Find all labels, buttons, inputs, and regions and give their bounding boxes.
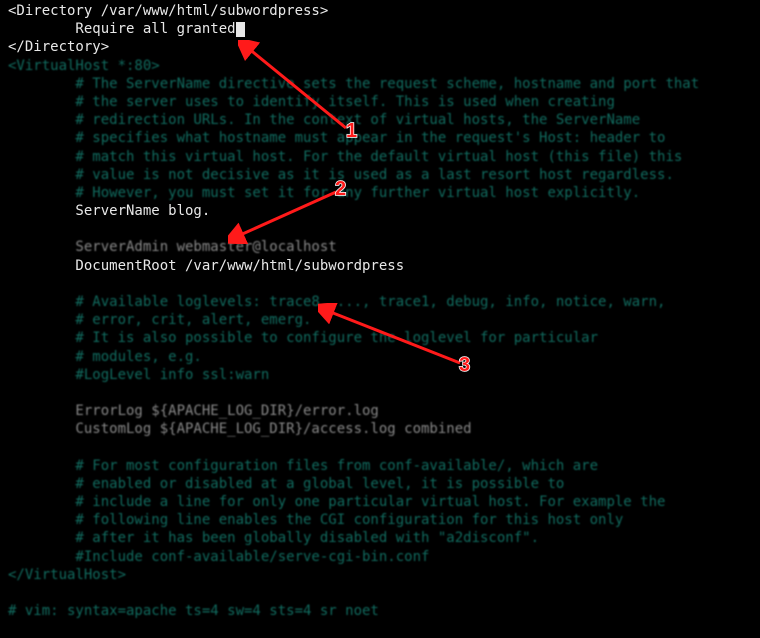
directory-close: </Directory>	[8, 39, 109, 55]
comment-line: # Available loglevels: trace8, ..., trac…	[8, 294, 665, 310]
customlog-directive: CustomLog ${APACHE_LOG_DIR}/access.log c…	[8, 421, 472, 437]
vim-modeline: # vim: syntax=apache ts=4 sw=4 sts=4 sr …	[8, 603, 379, 619]
errorlog-directive: ErrorLog ${APACHE_LOG_DIR}/error.log	[8, 403, 379, 419]
comment-line: # include a line for only one particular…	[8, 494, 665, 510]
comment-line: # the server uses to identify itself. Th…	[8, 94, 615, 110]
text-cursor	[236, 22, 245, 37]
comment-line: # value is not decisive as it is used as…	[8, 167, 674, 183]
require-directive: Require all granted	[8, 21, 245, 37]
config-file-content: <Directory /var/www/html/subwordpress> R…	[8, 2, 752, 620]
documentroot-directive: DocumentRoot /var/www/html/subwordpress	[8, 258, 404, 274]
comment-line: #Include conf-available/serve-cgi-bin.co…	[8, 549, 429, 565]
comment-line: # The ServerName directive sets the requ…	[8, 76, 699, 92]
comment-line: # It is also possible to configure the l…	[8, 330, 598, 346]
comment-line: # redirection URLs. In the context of vi…	[8, 112, 640, 128]
comment-line: # However, you must set it for any furth…	[8, 185, 640, 201]
comment-line: #LogLevel info ssl:warn	[8, 367, 269, 383]
comment-line: # error, crit, alert, emerg.	[8, 312, 311, 328]
virtualhost-close: </VirtualHost>	[8, 567, 126, 583]
comment-line: # specifies what hostname must appear in…	[8, 130, 665, 146]
comment-line: # enabled or disabled at a global level,…	[8, 476, 564, 492]
comment-line: # modules, e.g.	[8, 349, 202, 365]
comment-line: # match this virtual host. For the defau…	[8, 149, 682, 165]
serveradmin-directive: ServerAdmin webmaster@localhost	[8, 239, 337, 255]
comment-line: # after it has been globally disabled wi…	[8, 530, 539, 546]
servername-directive: ServerName blog.	[8, 203, 210, 219]
virtualhost-open: <VirtualHost *:80>	[8, 58, 160, 74]
comment-line: # For most configuration files from conf…	[8, 458, 598, 474]
directory-open: <Directory /var/www/html/subwordpress>	[8, 3, 328, 19]
comment-line: # following line enables the CGI configu…	[8, 512, 623, 528]
